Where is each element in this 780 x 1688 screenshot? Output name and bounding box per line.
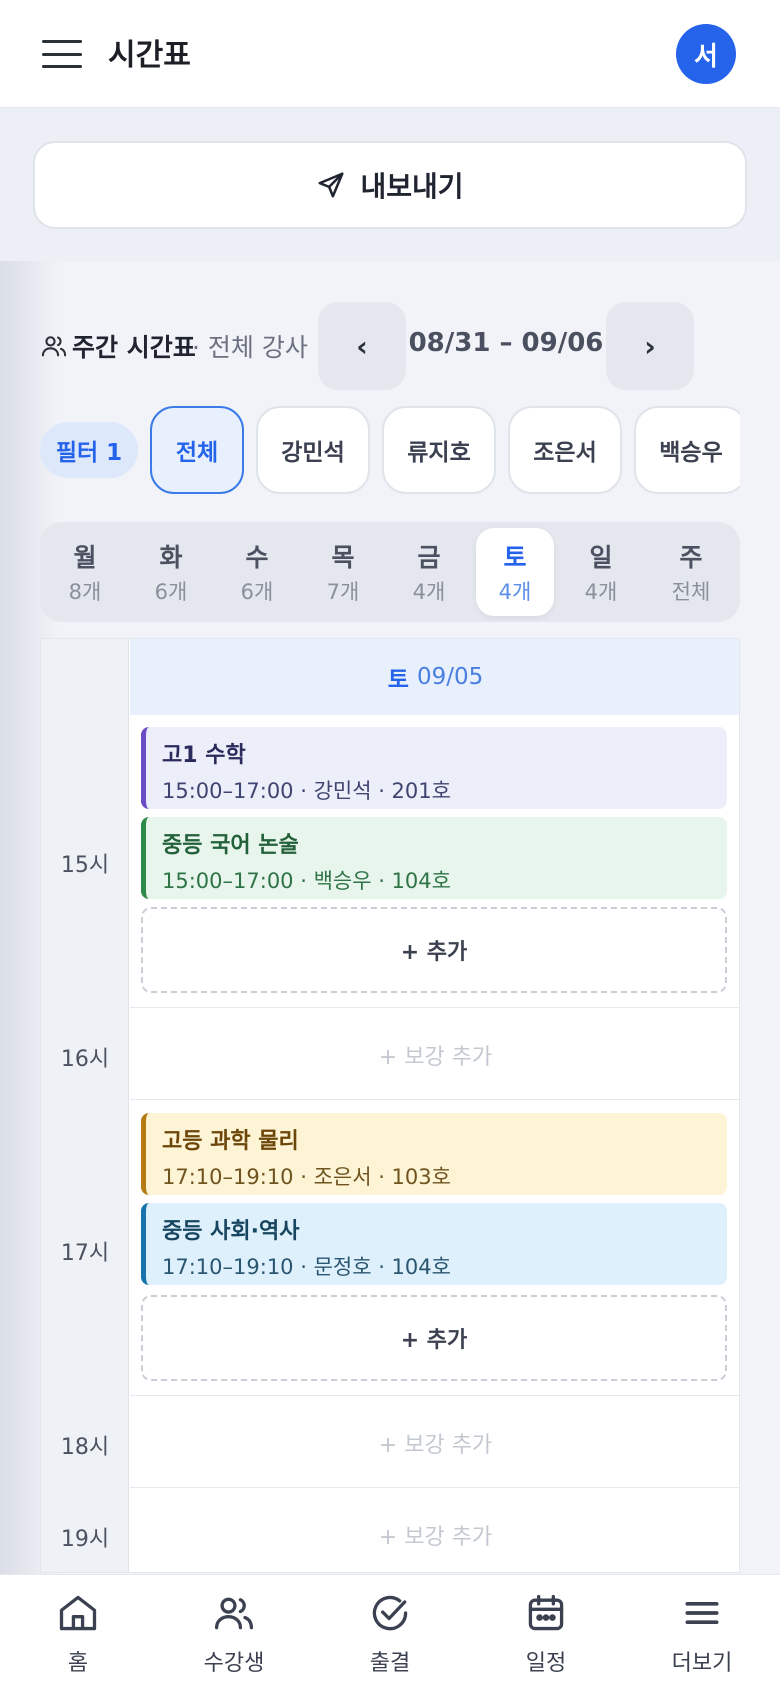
day-count: 7개 <box>326 580 360 604</box>
class-meta: 17:10–19:10 · 문정호 · 104호 <box>162 1255 451 1279</box>
class-card[interactable]: 중등 사회·역사 17:10–19:10 · 문정호 · 104호 <box>141 1203 727 1285</box>
day-tab[interactable]: 목 7개 <box>304 528 382 616</box>
next-week-button[interactable]: › <box>606 302 694 390</box>
nav-more[interactable]: 더보기 <box>642 1591 762 1677</box>
day-tab[interactable]: 월 8개 <box>46 528 124 616</box>
timetable-grid: 15시 16시 17시 18시 19시 토 09/05 고1 수학 15:00–… <box>40 638 740 1573</box>
prev-week-button[interactable]: ‹ <box>318 302 406 390</box>
hour-label: 15시 <box>60 853 110 878</box>
chip-teacher[interactable]: 강민석 <box>256 406 370 494</box>
day-tabs: 월 8개 화 6개 수 6개 목 7개 금 4개 토 4개 일 4개 주전체 <box>40 522 740 622</box>
class-title: 고등 과학 물리 <box>162 1129 299 1154</box>
chip-teacher[interactable]: 류지호 <box>382 406 496 494</box>
day-tab[interactable]: 금 4개 <box>390 528 468 616</box>
day-label: 목 <box>331 543 355 572</box>
week-subtitle: · 전체 강사 <box>192 333 308 362</box>
class-meta: 17:10–19:10 · 조은서 · 103호 <box>162 1165 451 1189</box>
day-tab[interactable]: 수 6개 <box>218 528 296 616</box>
row-divider <box>130 1099 739 1100</box>
class-title: 중등 사회·역사 <box>162 1219 300 1244</box>
row-divider <box>130 1007 739 1008</box>
add-makeup-button[interactable]: + 보강 추가 <box>130 1039 739 1071</box>
nav-label: 더보기 <box>671 1651 733 1676</box>
nav-attendance[interactable]: 출결 <box>330 1591 450 1677</box>
bottom-nav: 홈 수강생 출결 일정 더보기 <box>0 1574 780 1688</box>
day-count: 전체 <box>671 580 711 604</box>
export-label: 내보내기 <box>360 170 464 203</box>
class-card[interactable]: 고등 과학 물리 17:10–19:10 · 조은서 · 103호 <box>141 1113 727 1195</box>
week-header: 주간 시간표 · 전체 강사 ‹ 08/31 – 09/06 › <box>0 300 780 392</box>
day-count: 4개 <box>584 580 618 604</box>
menu-icon[interactable] <box>40 36 84 72</box>
filter-badge[interactable]: 필터 1 <box>40 422 138 478</box>
day-count: 6개 <box>240 580 274 604</box>
day-label: 일 <box>589 543 613 572</box>
add-makeup-button[interactable]: + 보강 추가 <box>130 1519 739 1551</box>
check-circle-icon <box>372 1595 408 1631</box>
avatar[interactable]: 서 <box>676 24 736 84</box>
day-tab[interactable]: 일 4개 <box>562 528 640 616</box>
send-icon <box>318 172 344 198</box>
export-area: 내보내기 <box>0 108 780 261</box>
day-count: 6개 <box>154 580 188 604</box>
day-tab[interactable]: 화 6개 <box>132 528 210 616</box>
teacher-filter-chips: 필터 1 전체 강민석 류지호 조은서 백승우 <box>40 406 740 494</box>
class-title: 중등 국어 논술 <box>162 833 299 858</box>
users-icon <box>214 1597 254 1630</box>
day-count: 4개 <box>498 580 532 604</box>
day-count: 8개 <box>68 580 102 604</box>
week-title: 주간 시간표 <box>72 333 196 362</box>
day-count: 4개 <box>412 580 446 604</box>
add-class-button[interactable]: + 추가 <box>141 907 727 993</box>
export-button[interactable]: 내보내기 <box>33 141 747 229</box>
nav-label: 일정 <box>525 1651 567 1676</box>
nav-schedule[interactable]: 일정 <box>486 1591 606 1677</box>
week-range: 08/31 – 09/06 <box>408 328 604 358</box>
class-meta: 15:00–17:00 · 강민석 · 201호 <box>162 779 451 803</box>
day-label: 토 <box>503 543 527 572</box>
page-title: 시간표 <box>108 38 191 73</box>
class-card[interactable]: 고1 수학 15:00–17:00 · 강민석 · 201호 <box>141 727 727 809</box>
hour-label: 17시 <box>60 1241 110 1266</box>
add-class-button[interactable]: + 추가 <box>141 1295 727 1381</box>
class-title: 고1 수학 <box>162 743 246 768</box>
day-label: 월 <box>73 543 97 572</box>
selected-weekday: 토 <box>387 667 409 693</box>
hour-column: 15시 16시 17시 18시 19시 <box>41 639 129 1572</box>
nav-label: 홈 <box>67 1651 89 1676</box>
calendar-icon <box>528 1594 564 1631</box>
hour-label: 16시 <box>60 1047 110 1072</box>
selected-day-header: 토 09/05 <box>130 639 739 715</box>
day-label: 수 <box>245 543 269 572</box>
day-label: 화 <box>159 543 183 572</box>
nav-students[interactable]: 수강생 <box>174 1591 294 1677</box>
nav-label: 출결 <box>369 1651 411 1676</box>
row-divider <box>130 1395 739 1396</box>
day-label: 주 <box>679 543 703 572</box>
chip-all[interactable]: 전체 <box>150 406 244 494</box>
chip-teacher[interactable]: 백승우 <box>634 406 740 494</box>
day-tab-selected[interactable]: 토 4개 <box>476 528 554 616</box>
home-icon <box>59 1595 97 1631</box>
users-icon <box>41 336 67 357</box>
nav-label: 수강생 <box>203 1651 265 1676</box>
chip-teacher[interactable]: 조은서 <box>508 406 622 494</box>
class-card[interactable]: 중등 국어 논술 15:00–17:00 · 백승우 · 104호 <box>141 817 727 899</box>
selected-date: 09/05 <box>416 664 484 690</box>
app-header: 시간표 서 <box>0 0 780 108</box>
menu-icon <box>685 1602 719 1624</box>
day-tab-week[interactable]: 주전체 <box>652 528 730 616</box>
nav-home[interactable]: 홈 <box>18 1591 138 1677</box>
class-meta: 15:00–17:00 · 백승우 · 104호 <box>162 869 451 893</box>
hour-label: 19시 <box>60 1527 110 1552</box>
day-label: 금 <box>417 543 441 572</box>
add-makeup-button[interactable]: + 보강 추가 <box>130 1427 739 1459</box>
row-divider <box>130 1487 739 1488</box>
hour-label: 18시 <box>60 1435 110 1460</box>
